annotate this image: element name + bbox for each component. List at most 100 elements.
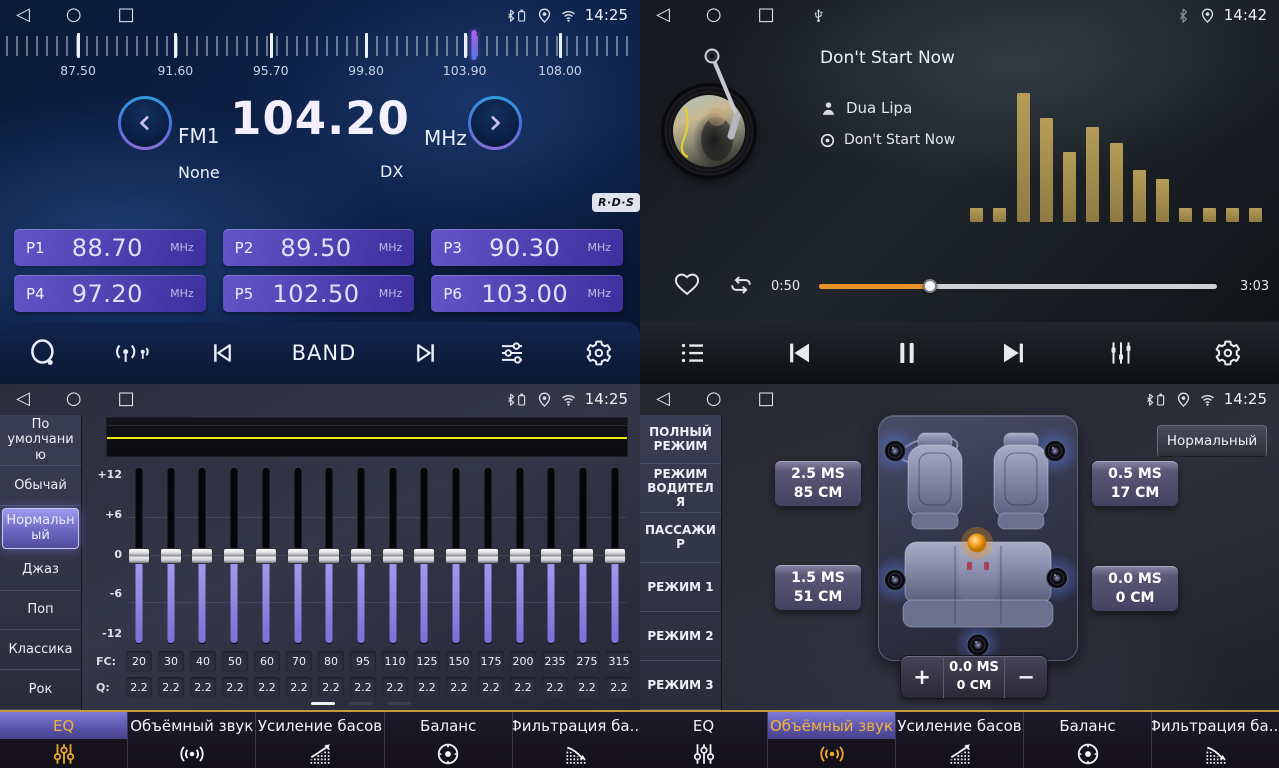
settings-button[interactable] <box>582 338 612 368</box>
eq-band-slider[interactable] <box>191 468 213 644</box>
eq-preset-pop[interactable]: Поп <box>0 591 81 631</box>
eq-band-slider[interactable] <box>477 468 499 644</box>
seek-up-button[interactable] <box>412 338 442 368</box>
nav-home-button[interactable]: ○ <box>66 0 82 30</box>
mode-full[interactable]: ПОЛНЫЙ РЕЖИМ <box>640 415 721 464</box>
mode-driver[interactable]: РЕЖИМ ВОДИТЕЛЯ <box>640 464 721 513</box>
fc-value-box[interactable]: 60 <box>254 651 280 672</box>
eq-band-slider[interactable] <box>255 468 277 644</box>
eq-band-slider[interactable] <box>350 468 372 644</box>
nav-back-button[interactable]: ◁ <box>16 0 30 30</box>
eq-band-slider[interactable] <box>128 468 150 644</box>
eq-band-slider[interactable] <box>160 468 182 644</box>
fc-value-box[interactable]: 110 <box>382 651 408 672</box>
nav-recents-button[interactable]: □ <box>758 0 775 30</box>
eq-band-slider[interactable] <box>572 468 594 644</box>
progress-knob[interactable] <box>923 279 937 293</box>
fc-value-box[interactable]: 125 <box>414 651 440 672</box>
slider-thumb[interactable] <box>318 548 340 564</box>
q-value-box[interactable]: 2.2 <box>446 677 472 698</box>
q-value-box[interactable]: 2.2 <box>318 677 344 698</box>
delay-front-right-button[interactable]: 0.5 MS17 CM <box>1092 461 1178 506</box>
preset-button-6[interactable]: P6103.00MHz <box>431 275 623 312</box>
slider-thumb[interactable] <box>572 548 594 564</box>
preset-button-4[interactable]: P497.20MHz <box>14 275 206 312</box>
increase-delay-button[interactable]: + <box>901 656 943 698</box>
eq-band-slider[interactable] <box>287 468 309 644</box>
q-value-box[interactable]: 2.2 <box>190 677 216 698</box>
q-value-box[interactable]: 2.2 <box>542 677 568 698</box>
equalizer-button[interactable] <box>497 338 527 368</box>
tab-eq[interactable]: EQ <box>640 712 768 768</box>
eq-preset-classic[interactable]: Классика <box>0 630 81 670</box>
q-value-box[interactable]: 2.2 <box>222 677 248 698</box>
fc-value-box[interactable]: 30 <box>158 651 184 672</box>
preset-button-2[interactable]: P289.50MHz <box>223 229 415 266</box>
fc-value-box[interactable]: 80 <box>318 651 344 672</box>
eq-band-slider[interactable] <box>604 468 626 644</box>
mode-2[interactable]: РЕЖИМ 2 <box>640 612 721 661</box>
slider-thumb[interactable] <box>540 548 562 564</box>
q-value-box[interactable]: 2.2 <box>478 677 504 698</box>
tab-filter[interactable]: Фильтрация ба... <box>513 712 640 768</box>
frequency-scale[interactable]: 87.50 91.60 95.70 99.80 103.90 108.00 <box>0 30 640 86</box>
frequency-indicator[interactable] <box>471 30 476 60</box>
eq-band-slider[interactable] <box>223 468 245 644</box>
next-track-button[interactable] <box>998 337 1030 369</box>
fc-value-box[interactable]: 50 <box>222 651 248 672</box>
tab-balance[interactable]: Баланс <box>385 712 513 768</box>
repeat-button[interactable] <box>726 272 756 302</box>
broadcast-button[interactable] <box>113 339 151 367</box>
slider-thumb[interactable] <box>413 548 435 564</box>
q-value-box[interactable]: 2.2 <box>158 677 184 698</box>
nav-home-button[interactable]: ○ <box>66 384 82 414</box>
slider-thumb[interactable] <box>477 548 499 564</box>
slider-thumb[interactable] <box>160 548 182 564</box>
eq-preset-custom[interactable]: Обычай <box>0 466 81 506</box>
preset-button-3[interactable]: P390.30MHz <box>431 229 623 266</box>
playlist-button[interactable] <box>678 338 708 368</box>
nav-back-button[interactable]: ◁ <box>656 384 670 414</box>
q-value-box[interactable]: 2.2 <box>414 677 440 698</box>
fc-value-box[interactable]: 95 <box>350 651 376 672</box>
tab-filter[interactable]: Фильтрация ба... <box>1152 712 1279 768</box>
slider-thumb[interactable] <box>350 548 372 564</box>
eq-band-slider[interactable] <box>318 468 340 644</box>
eq-band-slider[interactable] <box>540 468 562 644</box>
fc-value-box[interactable]: 175 <box>478 651 504 672</box>
tune-up-button[interactable] <box>468 96 522 150</box>
preset-button-1[interactable]: P188.70MHz <box>14 229 206 266</box>
seek-down-button[interactable] <box>206 338 236 368</box>
tab-bass-boost[interactable]: Усиление басов <box>256 712 384 768</box>
tab-bass-boost[interactable]: Усиление басов <box>896 712 1024 768</box>
slider-thumb[interactable] <box>604 548 626 564</box>
band-button[interactable]: BAND <box>292 341 357 365</box>
slider-thumb[interactable] <box>255 548 277 564</box>
delay-rear-left-button[interactable]: 1.5 MS51 CM <box>775 565 861 610</box>
preset-button-5[interactable]: P5102.50MHz <box>223 275 415 312</box>
q-value-box[interactable]: 2.2 <box>382 677 408 698</box>
slider-thumb[interactable] <box>128 548 150 564</box>
tab-balance[interactable]: Баланс <box>1024 712 1152 768</box>
equalizer-button[interactable] <box>1106 338 1136 368</box>
scan-button[interactable] <box>28 338 58 368</box>
delay-front-left-button[interactable]: 2.5 MS85 CM <box>775 461 861 506</box>
delay-rear-right-button[interactable]: 0.0 MS0 CM <box>1092 566 1178 611</box>
q-value-box[interactable]: 2.2 <box>574 677 600 698</box>
q-value-box[interactable]: 2.2 <box>350 677 376 698</box>
fc-value-box[interactable]: 70 <box>286 651 312 672</box>
fc-value-box[interactable]: 150 <box>446 651 472 672</box>
slider-thumb[interactable] <box>287 548 309 564</box>
slider-thumb[interactable] <box>445 548 467 564</box>
nav-recents-button[interactable]: □ <box>118 384 135 414</box>
nav-home-button[interactable]: ○ <box>706 384 722 414</box>
slider-thumb[interactable] <box>191 548 213 564</box>
tab-eq[interactable]: EQ <box>0 712 128 768</box>
q-value-box[interactable]: 2.2 <box>254 677 280 698</box>
fc-value-box[interactable]: 315 <box>606 651 632 672</box>
q-value-box[interactable]: 2.2 <box>510 677 536 698</box>
fc-value-box[interactable]: 235 <box>542 651 568 672</box>
previous-track-button[interactable] <box>783 337 815 369</box>
eq-preset-default[interactable]: По умолчанию <box>0 415 81 466</box>
nav-recents-button[interactable]: □ <box>118 0 135 30</box>
